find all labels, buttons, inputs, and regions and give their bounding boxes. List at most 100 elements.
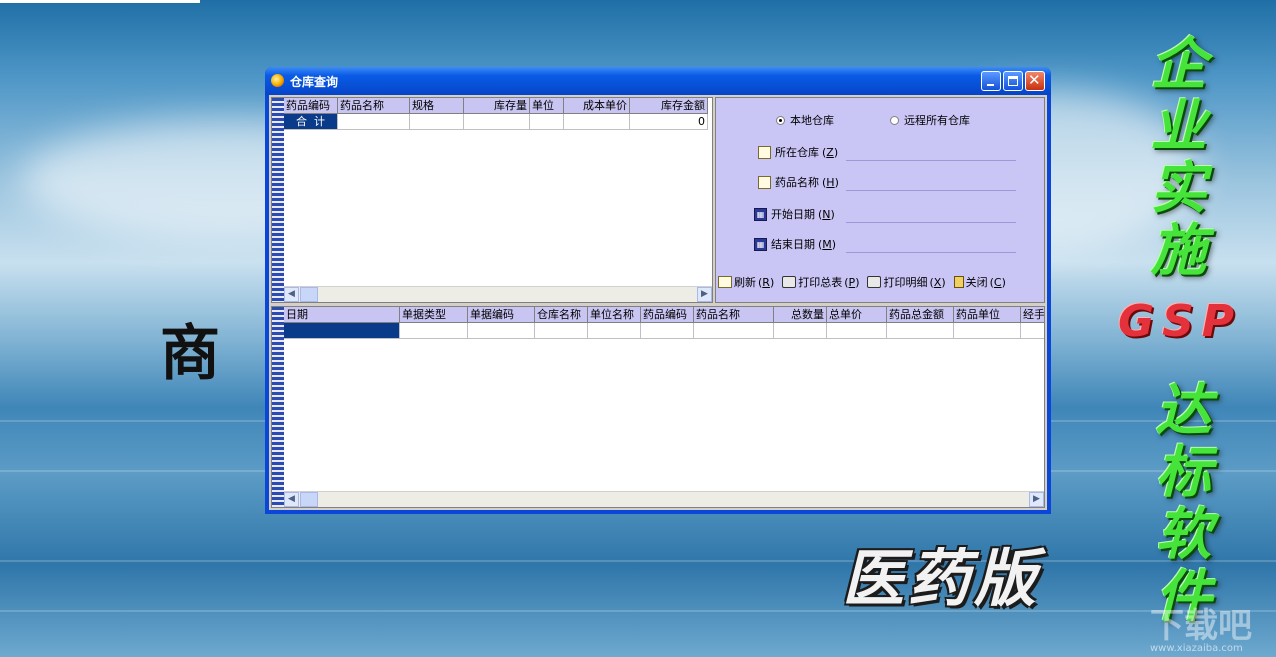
grid-header: 日期 单据类型 单据编码 仓库名称 单位名称 药品编码 药品名称 总数量 总单价…	[284, 307, 1044, 323]
column-header[interactable]: 库存量	[464, 98, 530, 114]
scroll-left-icon[interactable]: ◀	[284, 492, 299, 507]
field-label: 所在仓库	[775, 146, 819, 159]
column-header[interactable]: 药品编码	[284, 98, 338, 114]
start-date-input[interactable]	[846, 222, 1016, 223]
window-title: 仓库查询	[290, 75, 339, 89]
radio-label: 远程所有仓库	[904, 114, 970, 127]
radio-remote-warehouses[interactable]: 远程所有仓库	[890, 112, 970, 128]
field-warehouse: 所在仓库 (Z)	[758, 144, 838, 160]
sea-wave	[0, 560, 1276, 562]
table-cell[interactable]	[400, 323, 468, 339]
slogan-vertical-1: 企业实施	[1141, 34, 1206, 282]
table-cell[interactable]	[887, 323, 954, 339]
grid-header: 药品编码 药品名称 规格 库存量 单位 成本单价 库存金额	[284, 98, 708, 114]
gsp-logo-text: GSP	[1118, 296, 1243, 347]
column-header[interactable]: 经手	[1021, 307, 1044, 323]
table-cell[interactable]	[564, 114, 630, 130]
table-cell[interactable]	[774, 323, 827, 339]
table-row[interactable]	[284, 323, 1044, 339]
exit-door-icon	[953, 276, 964, 288]
column-header[interactable]: 单据类型	[400, 307, 468, 323]
maximize-button[interactable]	[1003, 71, 1023, 91]
action-label: 关闭	[965, 276, 988, 289]
column-header[interactable]: 药品名称	[694, 307, 774, 323]
table-cell[interactable]	[338, 114, 410, 130]
maximize-icon	[1008, 76, 1018, 86]
total-row[interactable]: 合 计 0	[284, 114, 708, 130]
table-cell[interactable]	[530, 114, 564, 130]
table-cell[interactable]	[588, 323, 641, 339]
action-label: 打印明细	[883, 276, 928, 289]
radio-label: 本地仓库	[790, 114, 834, 127]
table-cell[interactable]	[827, 323, 887, 339]
stock-detail-grid[interactable]: 日期 单据类型 单据编码 仓库名称 单位名称 药品编码 药品名称 总数量 总单价…	[271, 306, 1045, 508]
action-shortcut: (R)	[758, 275, 775, 289]
total-amount-cell[interactable]: 0	[630, 114, 708, 130]
drug-name-input[interactable]	[846, 190, 1016, 191]
table-cell[interactable]	[694, 323, 774, 339]
column-header[interactable]: 仓库名称	[535, 307, 588, 323]
scroll-thumb[interactable]	[300, 492, 318, 507]
document-icon	[758, 145, 771, 159]
radio-local-warehouse[interactable]: 本地仓库	[776, 112, 834, 128]
table-cell[interactable]	[1021, 323, 1044, 339]
column-header[interactable]: 总数量	[774, 307, 827, 323]
refresh-icon	[718, 276, 732, 288]
warehouse-input[interactable]	[846, 160, 1016, 161]
column-header[interactable]: 药品单位	[954, 307, 1021, 323]
column-header[interactable]: 药品总金额	[887, 307, 954, 323]
column-header[interactable]: 日期	[284, 307, 400, 323]
column-header[interactable]: 总单价	[827, 307, 887, 323]
sea-wave	[0, 610, 1276, 612]
radio-selected-icon	[776, 115, 785, 125]
field-drug-name: 药品名称 (H)	[758, 174, 839, 190]
scroll-right-icon[interactable]: ▶	[1029, 492, 1044, 507]
document-icon	[758, 175, 771, 189]
column-header[interactable]: 单位	[530, 98, 564, 114]
end-date-input[interactable]	[846, 252, 1016, 253]
column-header[interactable]: 成本单价	[564, 98, 630, 114]
app-icon	[271, 74, 284, 87]
scroll-right-icon[interactable]: ▶	[697, 287, 712, 302]
table-cell[interactable]	[468, 323, 535, 339]
radio-unselected-icon	[890, 115, 899, 125]
horizontal-scrollbar[interactable]: ◀ ▶	[284, 286, 712, 302]
print-detail-button[interactable]: 打印明细 (X)	[867, 274, 946, 290]
window-client-area: 药品编码 药品名称 规格 库存量 单位 成本单价 库存金额 合 计 0 ◀ ▶ …	[269, 95, 1047, 510]
scroll-left-icon[interactable]: ◀	[284, 287, 299, 302]
calendar-icon: ▦	[754, 237, 767, 251]
column-header[interactable]: 药品编码	[641, 307, 694, 323]
partial-decorative-char: 商	[160, 319, 220, 389]
field-start-date: ▦ 开始日期 (N)	[754, 206, 835, 222]
grid-row-indicator	[272, 307, 284, 507]
scroll-thumb[interactable]	[300, 287, 318, 302]
refresh-button[interactable]: 刷新 (R)	[718, 274, 774, 290]
action-label: 刷新	[734, 276, 756, 289]
field-shortcut: (Z)	[822, 145, 839, 159]
table-cell[interactable]	[410, 114, 464, 130]
table-cell[interactable]	[641, 323, 694, 339]
selected-cell[interactable]	[284, 323, 400, 339]
query-options-panel: 本地仓库 远程所有仓库 所在仓库 (Z) 药品名称 (H) ▦ 开始日期 (N)…	[715, 97, 1045, 303]
table-cell[interactable]	[535, 323, 588, 339]
printer-icon	[867, 276, 882, 288]
table-cell[interactable]	[954, 323, 1021, 339]
action-shortcut: (C)	[989, 275, 1006, 289]
desktop-top-strip	[0, 0, 200, 3]
title-bar[interactable]: 仓库查询 ✕	[265, 67, 1051, 95]
close-button[interactable]: ✕	[1025, 71, 1045, 91]
print-summary-button[interactable]: 打印总表 (P)	[782, 274, 859, 290]
column-header[interactable]: 单据编码	[468, 307, 535, 323]
total-label-cell[interactable]: 合 计	[284, 114, 338, 130]
close-window-button[interactable]: 关闭 (C)	[953, 274, 1006, 290]
horizontal-scrollbar[interactable]: ◀ ▶	[284, 491, 1044, 507]
column-header[interactable]: 规格	[410, 98, 464, 114]
watermark-url: www.xiazaiba.com	[1150, 643, 1243, 654]
stock-summary-grid[interactable]: 药品编码 药品名称 规格 库存量 单位 成本单价 库存金额 合 计 0 ◀ ▶	[271, 97, 713, 303]
minimize-button[interactable]	[981, 71, 1001, 91]
field-shortcut: (M)	[818, 237, 837, 251]
column-header[interactable]: 单位名称	[588, 307, 641, 323]
column-header[interactable]: 库存金额	[630, 98, 708, 114]
column-header[interactable]: 药品名称	[338, 98, 410, 114]
table-cell[interactable]	[464, 114, 530, 130]
